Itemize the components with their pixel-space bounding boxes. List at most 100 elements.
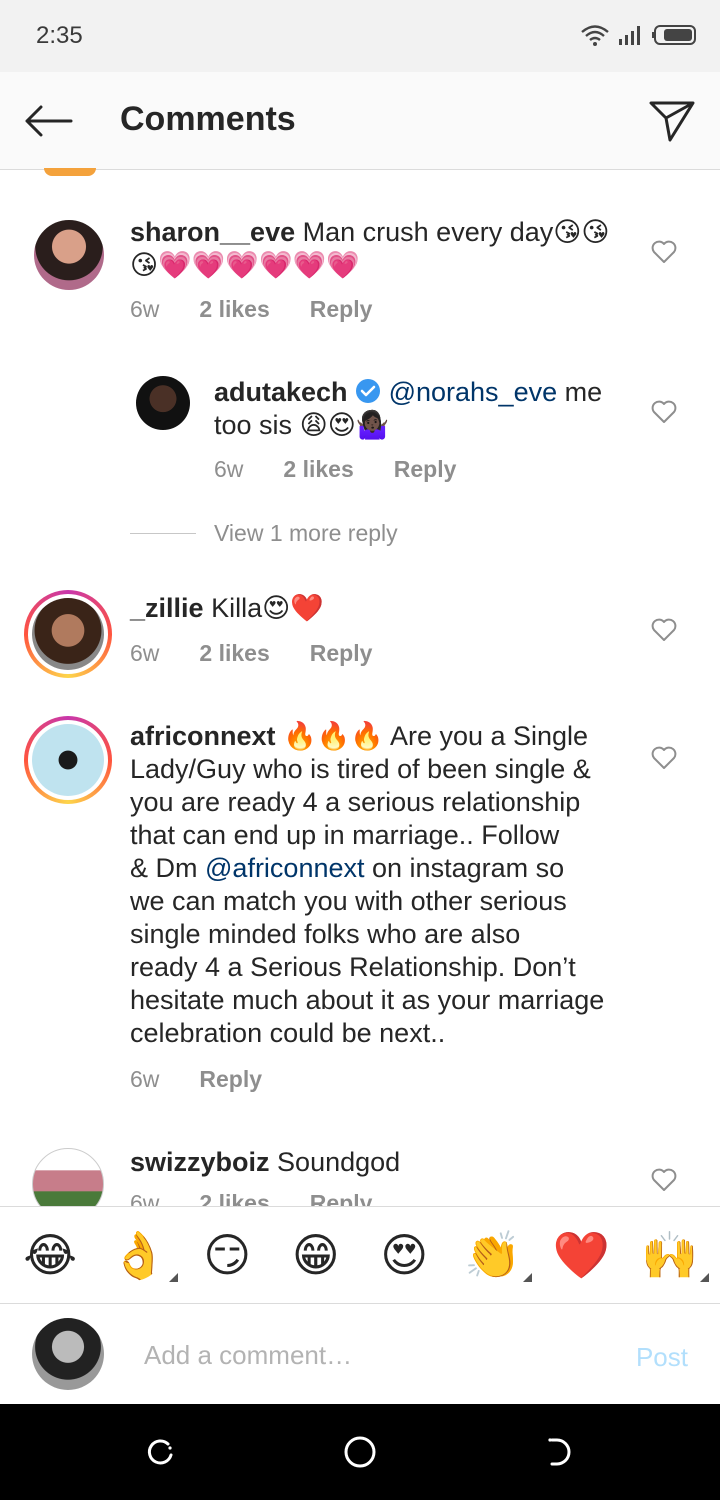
smirk-emoji-button[interactable]: 😏 — [192, 1220, 262, 1290]
status-time: 2:35 — [36, 22, 83, 49]
avatar[interactable] — [34, 220, 104, 290]
system-navigation-bar — [0, 1404, 720, 1500]
ok-hand-emoji-button[interactable]: 👌 — [104, 1220, 178, 1290]
reply-button[interactable]: Reply — [310, 1190, 373, 1206]
divider — [130, 533, 196, 534]
tears-of-joy-emoji-button[interactable]: 😂 — [15, 1220, 85, 1290]
like-heart-icon[interactable] — [650, 744, 678, 772]
comment-username[interactable]: adutakech — [214, 377, 348, 407]
comment-emoji: 😘😘 — [553, 217, 610, 248]
comment-body: too sis — [214, 410, 293, 440]
comment-time: 6w — [214, 456, 244, 482]
view-more-label[interactable]: View 1 more reply — [214, 520, 398, 547]
like-heart-icon[interactable] — [650, 1166, 678, 1194]
comment-text: sharon__eve Man crush every day😘😘 😘💗💗💗💗💗… — [130, 216, 630, 282]
comment-body: celebration could be next.. — [130, 1018, 446, 1048]
comment-time: 6w — [130, 1190, 160, 1206]
reply-button[interactable]: Reply — [199, 1066, 262, 1093]
back-nav-button[interactable] — [540, 1432, 580, 1472]
comment-emoji: 😘💗💗💗💗💗💗 — [130, 250, 360, 281]
comment-username[interactable]: swizzyboiz — [130, 1147, 270, 1177]
red-heart-emoji-icon: ❤️ — [552, 1227, 610, 1282]
like-heart-icon[interactable] — [650, 398, 678, 426]
comment-meta: 6w Reply — [130, 1066, 262, 1093]
comment-text: africonnext 🔥🔥🔥 Are you a Single Lady/Gu… — [130, 720, 650, 1050]
likes-count[interactable]: 2 likes — [199, 1190, 269, 1206]
mention-link[interactable]: @africonnext — [205, 853, 364, 883]
skin-tone-indicator-icon — [699, 1273, 709, 1282]
comment-composer: Post — [0, 1304, 720, 1404]
comment-meta: 6w 2 likes Reply — [214, 456, 456, 483]
direct-share-button[interactable] — [644, 96, 700, 146]
reply-button[interactable]: Reply — [310, 640, 373, 667]
comment-time: 6w — [130, 296, 160, 322]
view-more-replies[interactable]: View 1 more reply — [130, 520, 398, 547]
comment-body: Killa — [211, 593, 263, 623]
comment-body: we can match you with other serious — [130, 886, 567, 916]
comment-username[interactable]: _zillie — [130, 593, 204, 623]
comment-username[interactable]: africonnext — [130, 721, 276, 751]
comment-emoji: 🔥🔥🔥 — [283, 721, 384, 752]
comment-body: & Dm — [130, 853, 198, 883]
recents-button[interactable] — [140, 1432, 180, 1472]
comment-text: adutakech @norahs_eve me too sis 😩😍🤷🏿‍♀️ — [214, 376, 634, 442]
home-button[interactable] — [340, 1432, 380, 1472]
likes-count[interactable]: 2 likes — [199, 296, 269, 323]
raised-hands-emoji-button[interactable]: 🙌 — [635, 1220, 709, 1290]
recents-icon — [147, 1439, 173, 1465]
story-ring-avatar[interactable] — [24, 716, 112, 804]
ok-hand-emoji-icon: 👌 — [110, 1227, 168, 1282]
heart-eyes-emoji-icon: 😍 — [380, 1228, 429, 1282]
comment-body: Lady/Guy who is tired of been single & — [130, 754, 591, 784]
battery-icon — [652, 25, 696, 45]
avatar[interactable] — [32, 1148, 104, 1206]
comment-meta: 6w 2 likes Reply — [130, 296, 372, 323]
post-button[interactable]: Post — [636, 1342, 688, 1373]
comment-body: hesitate much about it as your marriage — [130, 985, 605, 1015]
comment-meta: 6w 2 likes Reply — [130, 640, 372, 667]
story-ring-avatar[interactable] — [24, 590, 112, 678]
home-circle-icon — [344, 1436, 376, 1468]
skin-tone-indicator-icon — [168, 1273, 178, 1282]
status-icons — [580, 24, 698, 46]
comment-body: you are ready 4 a serious relationship — [130, 787, 581, 817]
comment-body: single minded folks who are also — [130, 919, 521, 949]
comment-time: 6w — [130, 1066, 160, 1092]
comment-body: ready 4 a Serious Relationship. Don’t — [130, 952, 576, 982]
back-nav-icon — [548, 1438, 571, 1466]
signal-icon — [619, 26, 640, 45]
heart-eyes-emoji-button[interactable]: 😍 — [369, 1220, 439, 1290]
like-heart-icon[interactable] — [650, 616, 678, 644]
comments-list[interactable]: sharon__eve Man crush every day😘😘 😘💗💗💗💗💗… — [0, 170, 720, 1206]
verified-badge-icon — [356, 379, 381, 403]
avatar[interactable] — [136, 376, 190, 430]
tears-of-joy-emoji-icon: 😂 — [23, 1228, 78, 1282]
comment-username[interactable]: sharon__eve — [130, 217, 295, 247]
likes-count[interactable]: 2 likes — [199, 640, 269, 667]
back-arrow-icon — [25, 105, 73, 137]
back-button[interactable] — [20, 96, 76, 146]
clap-emoji-button[interactable]: 👏 — [458, 1220, 532, 1290]
red-heart-emoji-button[interactable]: ❤️ — [546, 1220, 616, 1290]
reply-button[interactable]: Reply — [394, 456, 457, 483]
page-title: Comments — [120, 100, 296, 138]
smirk-emoji-icon: 😏 — [203, 1228, 252, 1282]
mention-link[interactable]: @norahs_eve — [389, 377, 558, 407]
comment-emoji: 😍❤️ — [262, 593, 324, 624]
likes-count[interactable]: 2 likes — [283, 456, 353, 483]
like-heart-icon[interactable] — [650, 238, 678, 266]
reply-button[interactable]: Reply — [310, 296, 373, 323]
header: Comments — [0, 72, 720, 170]
comment-time: 6w — [130, 640, 160, 666]
comment-text: swizzyboiz Soundgod — [130, 1146, 610, 1179]
grin-emoji-icon: 😁 — [291, 1228, 340, 1282]
comment-text: _zillie Killa😍❤️ — [130, 592, 610, 625]
comment-input[interactable] — [144, 1334, 584, 1376]
comment-body: on instagram so — [372, 853, 565, 883]
comment-body: Man crush every day — [302, 217, 554, 247]
comment-body: Are you a Single — [389, 721, 589, 751]
raised-hands-emoji-icon: 🙌 — [641, 1227, 699, 1282]
comment-body: that can end up in marriage.. Follow — [130, 820, 560, 850]
grin-emoji-button[interactable]: 😁 — [281, 1220, 351, 1290]
clap-emoji-icon: 👏 — [464, 1227, 522, 1282]
